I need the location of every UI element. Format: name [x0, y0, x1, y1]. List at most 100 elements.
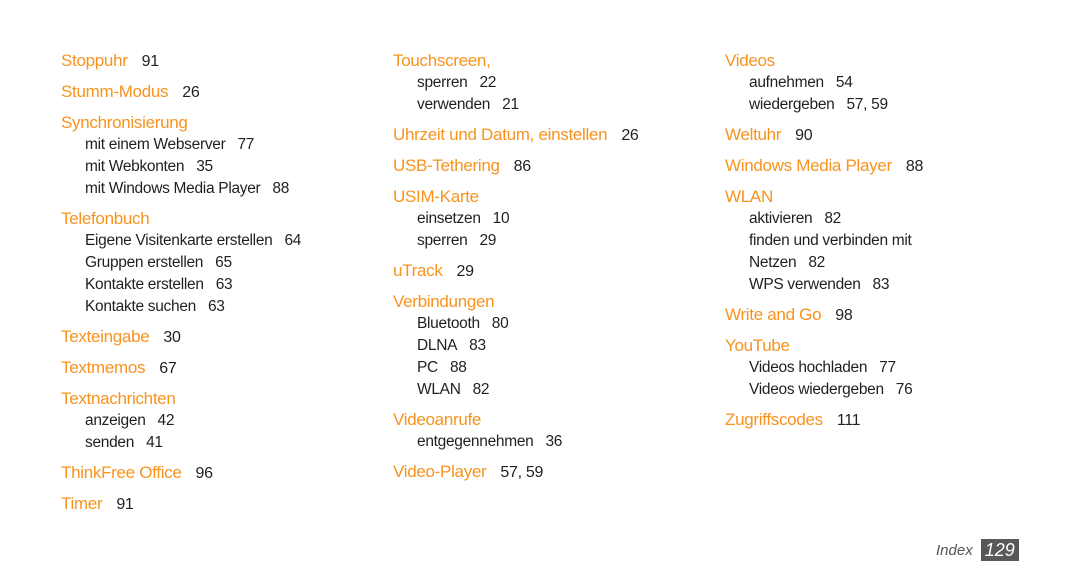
- index-subterm: wiedergeben 57, 59: [725, 94, 923, 116]
- page-reference: 88: [905, 158, 924, 175]
- page-reference: 63: [207, 298, 225, 315]
- page-reference: 64: [284, 232, 302, 249]
- subterm-label: aktivieren: [749, 210, 813, 227]
- term-label: ThinkFree Office: [61, 463, 182, 482]
- index-entry: Verbindungen Bluetooth 80 DLNA 83 PC 88 WLAN 82: [393, 291, 639, 401]
- index-subterm: aufnehmen 54: [725, 72, 923, 94]
- page-reference: 63: [215, 276, 233, 293]
- index-subterm: einsetzen 10: [393, 208, 639, 230]
- subterm-label: Kontakte suchen: [85, 298, 196, 315]
- index-entry: Textmemos 67: [61, 357, 301, 380]
- term-label: Stumm-Modus: [61, 82, 169, 101]
- subterm-label: mit Windows Media Player: [85, 180, 261, 197]
- index-subterm: sperren 29: [393, 230, 639, 252]
- index-entry: Texteingabe 30: [61, 326, 301, 349]
- index-column-2: Touchscreen, sperren 22 verwenden 21 Uhrzeit …: [393, 50, 639, 492]
- subterm-label: wiedergeben: [749, 96, 835, 113]
- index-entry: Videos aufnehmen 54 wiedergeben 57, 59: [725, 50, 923, 116]
- index-term: Textmemos 67: [61, 357, 301, 380]
- index-entry: WLAN aktivieren 82 finden und verbinden mit…: [725, 186, 923, 296]
- page-reference: 91: [116, 496, 134, 513]
- subterm-label: PC: [417, 359, 438, 376]
- subterm-label: finden und verbinden mit: [749, 232, 912, 249]
- index-entry: Touchscreen, sperren 22 verwenden 21: [393, 50, 639, 116]
- index-subterm: Netzen 82: [725, 252, 923, 274]
- page-reference: 77: [237, 136, 255, 153]
- index-entry: Write and Go 98: [725, 304, 923, 327]
- index-term: Stoppuhr 91: [61, 50, 301, 73]
- index-column-1: Stoppuhr 91 Stumm-Modus 26 Synchronisierung m…: [61, 50, 301, 524]
- index-subterm: verwenden 21: [393, 94, 639, 116]
- term-label: Touchscreen,: [393, 51, 491, 70]
- page-reference: 86: [513, 158, 532, 175]
- page-reference: 41: [146, 434, 163, 451]
- subterm-label: einsetzen: [417, 210, 481, 227]
- subterm-label: Kontakte erstellen: [85, 276, 204, 293]
- subterm-label: senden: [85, 434, 135, 451]
- term-label: Textnachrichten: [61, 389, 176, 408]
- term-label: Synchronisierung: [61, 113, 188, 132]
- term-label: Videos: [725, 51, 775, 70]
- index-term: Verbindungen: [393, 291, 639, 313]
- index-term: Windows Media Player 88: [725, 155, 923, 178]
- term-label: Video-Player: [393, 462, 487, 481]
- page-reference: 111: [836, 412, 861, 429]
- subterm-label: WPS verwenden: [749, 276, 861, 293]
- page-number: 129: [980, 539, 1019, 561]
- index-entry: Textnachrichten anzeigen 42 senden 41: [61, 388, 301, 454]
- index-term: Texteingabe 30: [61, 326, 301, 349]
- section-label: Index: [936, 541, 973, 559]
- index-subterm: entgegennehmen 36: [393, 431, 639, 453]
- page-reference: 21: [502, 96, 519, 113]
- subterm-label: WLAN: [417, 381, 461, 398]
- index-term: Timer 91: [61, 493, 301, 516]
- subterm-label: sperren: [417, 74, 468, 91]
- index-subterm: Eigene Visitenkarte erstellen 64: [61, 230, 301, 252]
- page-reference: 98: [835, 307, 853, 324]
- index-subterm: Videos wiedergeben 76: [725, 379, 923, 401]
- term-label: Zugriffscodes: [725, 410, 823, 429]
- page-reference: 90: [795, 127, 813, 144]
- index-entry: ThinkFree Office 96: [61, 462, 301, 485]
- page-reference: 57, 59: [500, 464, 544, 481]
- term-label: Windows Media Player: [725, 156, 892, 175]
- subterm-label: Videos wiedergeben: [749, 381, 884, 398]
- term-label: Videoanrufe: [393, 410, 482, 429]
- term-label: Stoppuhr: [61, 51, 128, 70]
- page-reference: 22: [479, 74, 497, 91]
- term-label: WLAN: [725, 187, 773, 206]
- page-reference: 30: [163, 329, 181, 346]
- subterm-label: entgegennehmen: [417, 433, 534, 450]
- index-subterm: PC 88: [393, 357, 639, 379]
- index-entry: Videoanrufe entgegennehmen 36: [393, 409, 639, 453]
- subterm-label: anzeigen: [85, 412, 146, 429]
- index-subterm: sperren 22: [393, 72, 639, 94]
- term-label: Verbindungen: [393, 292, 495, 311]
- term-label: Write and Go: [725, 305, 822, 324]
- index-entry: USIM-Karte einsetzen 10 sperren 29: [393, 186, 639, 252]
- page-reference: 26: [182, 84, 200, 101]
- index-subterm: WLAN 82: [393, 379, 639, 401]
- term-label: USB-Tethering: [393, 156, 500, 175]
- page-reference: 54: [835, 74, 853, 91]
- page-reference: 88: [272, 180, 290, 197]
- subterm-label: Videos hochladen: [749, 359, 868, 376]
- subterm-label: Eigene Visitenkarte erstellen: [85, 232, 273, 249]
- index-entry: Stumm-Modus 26: [61, 81, 301, 104]
- index-term: Zugriffscodes 111: [725, 409, 923, 432]
- page-footer: Index 129: [936, 539, 1019, 561]
- index-term: Synchronisierung: [61, 112, 301, 134]
- page-reference: 80: [491, 315, 509, 332]
- index-term: ThinkFree Office 96: [61, 462, 301, 485]
- index-entry: Stoppuhr 91: [61, 50, 301, 73]
- index-subterm: aktivieren 82: [725, 208, 923, 230]
- index-term: Textnachrichten: [61, 388, 301, 410]
- index-subterm: mit Webkonten 35: [61, 156, 301, 178]
- term-label: Uhrzeit und Datum, einstellen: [393, 125, 608, 144]
- subterm-label: mit Webkonten: [85, 158, 185, 175]
- index-subterm: mit einem Webserver 77: [61, 134, 301, 156]
- page-reference: 82: [472, 381, 490, 398]
- index-entry: Weltuhr 90: [725, 124, 923, 147]
- subterm-label: aufnehmen: [749, 74, 824, 91]
- subterm-label: Netzen: [749, 254, 797, 271]
